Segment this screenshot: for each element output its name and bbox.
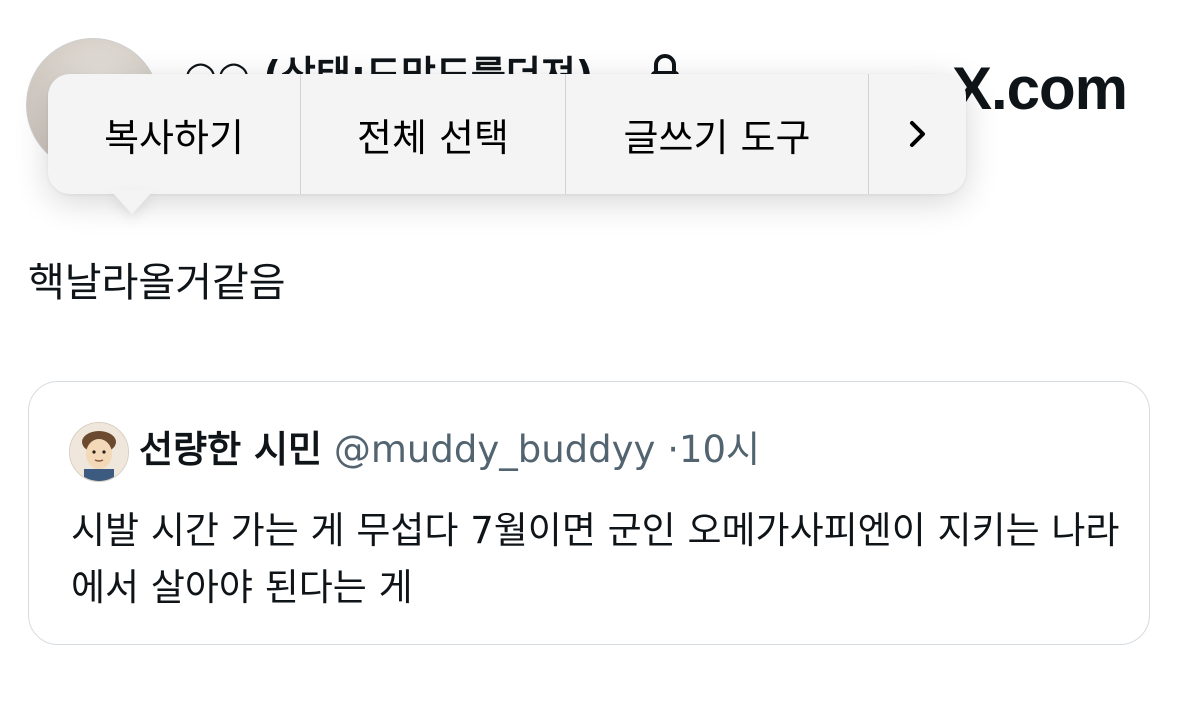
post-text: 핵날라올거같음 <box>28 260 286 306</box>
quoted-header: 선량한 시민 @muddy_buddyy ·10시 <box>139 426 760 474</box>
chevron-right-icon <box>909 121 925 147</box>
quoted-avatar[interactable] <box>69 422 129 482</box>
menu-select-all[interactable]: 전체 선택 <box>301 74 566 194</box>
text-context-menu: 복사하기 전체 선택 글쓰기 도구 <box>48 74 966 194</box>
meta-separator: · <box>667 428 679 471</box>
quoted-post-card[interactable]: 선량한 시민 @muddy_buddyy ·10시 시발 시간 가는 게 무섭다… <box>28 381 1150 645</box>
quoted-author-handle[interactable]: @muddy_buddyy <box>334 428 656 471</box>
brand-watermark: X.com <box>951 55 1128 122</box>
menu-writing-tools[interactable]: 글쓰기 도구 <box>566 74 869 194</box>
menu-pointer <box>110 190 154 214</box>
quoted-timestamp[interactable]: 10시 <box>679 428 760 471</box>
quoted-post-text: 시발 시간 가는 게 무섭다 7월이면 군인 오메가사피엔이 지키는 나라에서 … <box>71 509 1120 609</box>
menu-more-button[interactable] <box>869 74 966 194</box>
quoted-author-name[interactable]: 선량한 시민 <box>139 428 322 471</box>
menu-copy[interactable]: 복사하기 <box>48 74 301 194</box>
cartoon-avatar-icon <box>70 423 128 481</box>
